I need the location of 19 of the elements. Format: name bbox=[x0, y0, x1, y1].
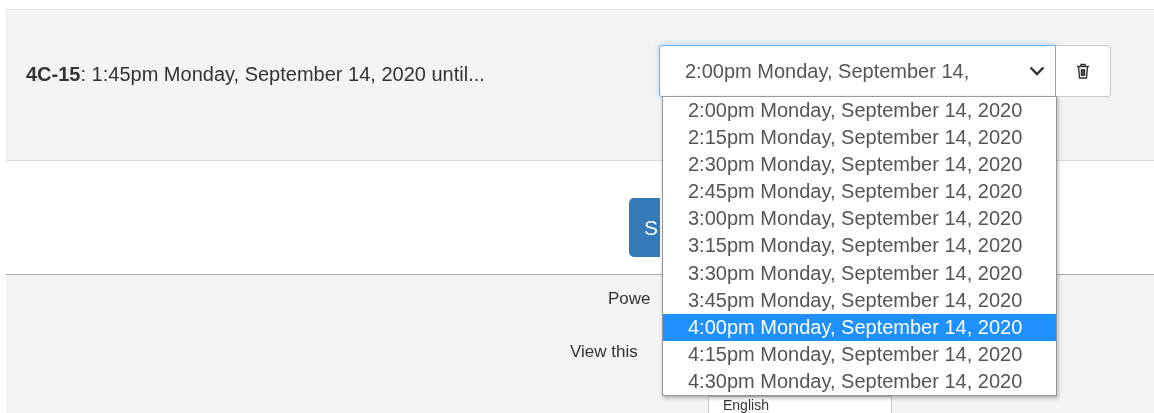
time-option[interactable]: 2:00pm Monday, September 14, 2020 bbox=[663, 97, 1056, 125]
time-option[interactable]: 4:15pm Monday, September 14, 2020 bbox=[663, 340, 1056, 368]
time-option[interactable]: 2:30pm Monday, September 14, 2020 bbox=[663, 151, 1056, 179]
chevron-down-icon bbox=[1029, 66, 1045, 76]
time-option[interactable]: 3:45pm Monday, September 14, 2020 bbox=[663, 286, 1056, 314]
view-this-text: View this bbox=[570, 342, 638, 362]
trash-icon bbox=[1076, 63, 1090, 79]
delete-button[interactable] bbox=[1056, 45, 1111, 97]
time-select[interactable]: 2:00pm Monday, September 14, bbox=[659, 45, 1056, 97]
time-option[interactable]: 3:15pm Monday, September 14, 2020 bbox=[663, 232, 1056, 260]
language-select[interactable]: English bbox=[708, 396, 892, 413]
powered-by-text: Powe bbox=[608, 289, 651, 309]
submit-button[interactable]: S bbox=[629, 198, 660, 257]
time-option[interactable]: 3:00pm Monday, September 14, 2020 bbox=[663, 205, 1056, 233]
time-option[interactable]: 2:15pm Monday, September 14, 2020 bbox=[663, 124, 1056, 152]
time-option[interactable]: 2:45pm Monday, September 14, 2020 bbox=[663, 178, 1056, 206]
time-option[interactable]: 3:30pm Monday, September 14, 2020 bbox=[663, 259, 1056, 287]
time-option[interactable]: 4:30pm Monday, September 14, 2020 bbox=[663, 367, 1056, 396]
slot-text: 4C-15: 1:45pm Monday, September 14, 2020 until... bbox=[26, 63, 486, 86]
